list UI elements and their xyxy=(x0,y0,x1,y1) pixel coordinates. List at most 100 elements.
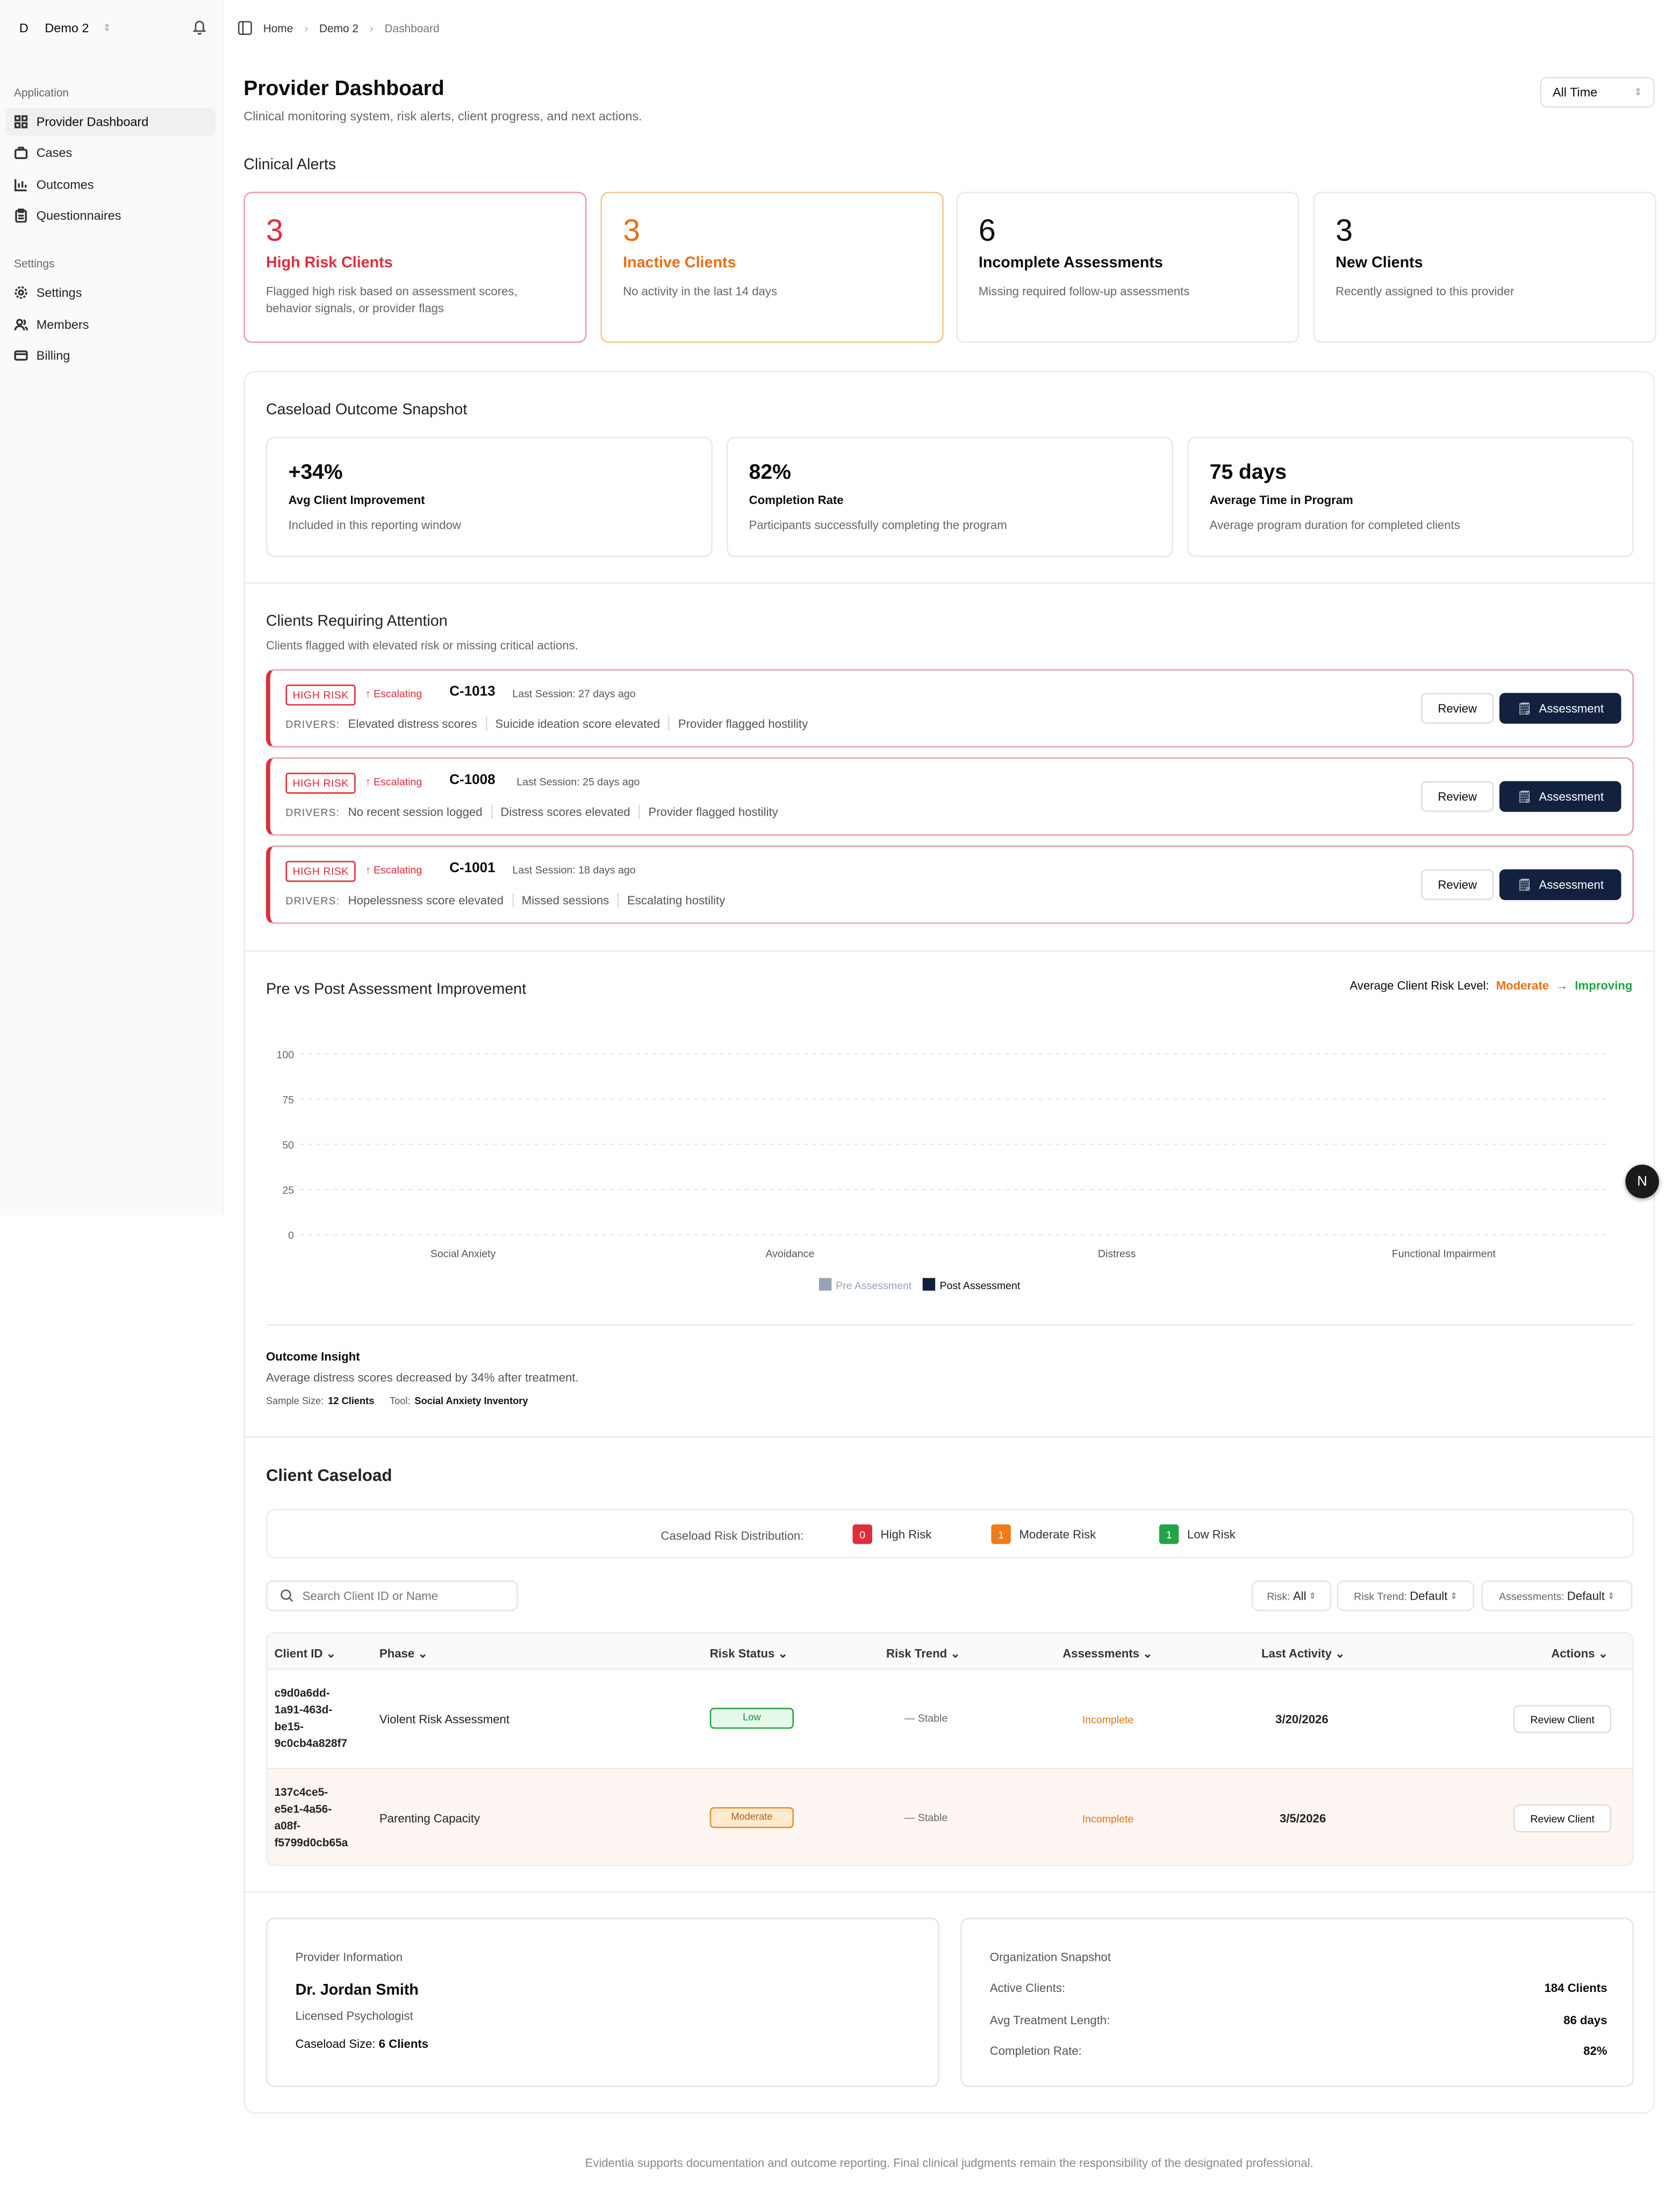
column-header-last-activity[interactable]: Last Activity ⌄ xyxy=(1261,1646,1345,1661)
bar-chart-icon xyxy=(14,179,27,191)
sidebar-item-label: Cases xyxy=(36,145,73,160)
search-input[interactable] xyxy=(302,1588,513,1603)
sidebar-item-label: Outcomes xyxy=(36,177,94,192)
drivers-label: DRIVERS: xyxy=(285,894,340,907)
assistant-button[interactable]: N xyxy=(1625,1164,1659,1198)
table-row[interactable]: 137c4ce5- e5e1-4a56- a08f- f5799d0cb65a … xyxy=(267,1768,1633,1865)
alert-card-incomplete[interactable]: 6 Incomplete Assessments Missing require… xyxy=(956,191,1300,343)
chart-legend: Pre Assessment Post Assessment xyxy=(819,1278,1020,1292)
y-tick-label: 25 xyxy=(282,1184,294,1196)
filter-risk[interactable]: Risk: All ⇕ xyxy=(1251,1580,1332,1612)
assessment-button[interactable]: 🗒 Assessment xyxy=(1499,869,1621,901)
search-icon xyxy=(281,1589,293,1602)
column-header-client-id[interactable]: Client ID ⌄ xyxy=(275,1646,336,1661)
assessment-button[interactable]: 🗒 Assessment xyxy=(1499,693,1621,724)
chevron-right-icon: › xyxy=(304,21,308,34)
x-tick-label: Functional Impairment xyxy=(1392,1248,1496,1260)
review-client-button[interactable]: Review Client xyxy=(1513,1704,1612,1733)
sidebar-toggle-icon[interactable] xyxy=(238,21,252,35)
cell-client-id: c9d0a6dd- 1a91-463d- be15- 9c0cb4a828f7 xyxy=(275,1685,372,1752)
alert-description: Missing required follow-up assessments xyxy=(978,284,1190,298)
sample-size-value: 12 Clients xyxy=(328,1397,375,1407)
bell-icon[interactable] xyxy=(192,18,207,35)
table-row[interactable]: c9d0a6dd- 1a91-463d- be15- 9c0cb4a828f7 … xyxy=(268,1670,1633,1768)
column-label: Last Activity xyxy=(1261,1646,1332,1660)
filter-assessments[interactable]: Assessments: Default ⇕ xyxy=(1481,1580,1633,1612)
attention-subheading: Clients flagged with elevated risk or mi… xyxy=(265,638,578,652)
filter-label: Risk: xyxy=(1267,1589,1290,1602)
arrow-right-icon: → xyxy=(1556,978,1568,992)
clipboard-check-icon: 🗒 xyxy=(1517,700,1532,715)
chevrons-up-down-icon: ⇕ xyxy=(1607,1592,1615,1601)
column-header-risk-status[interactable]: Risk Status ⌄ xyxy=(710,1646,788,1661)
sidebar-item-members[interactable]: Members xyxy=(5,311,216,339)
distribution-high: 0 High Risk xyxy=(852,1524,931,1544)
dash-icon: — xyxy=(904,1711,918,1725)
cell-phase: Parenting Capacity xyxy=(379,1811,480,1825)
column-header-risk-trend[interactable]: Risk Trend ⌄ xyxy=(886,1646,960,1661)
insight-title: Outcome Insight xyxy=(265,1349,360,1364)
time-filter-select[interactable]: All Time ⇕ xyxy=(1540,77,1655,108)
alert-card-new-clients[interactable]: 3 New Clients Recently assigned to this … xyxy=(1313,191,1656,343)
sidebar-item-cases[interactable]: Cases xyxy=(5,139,216,167)
org-row-label: Active Clients: xyxy=(989,1981,1066,1995)
sidebar-item-questionnaires[interactable]: Questionnaires xyxy=(5,202,216,229)
filter-risk-trend[interactable]: Risk Trend: Default ⇕ xyxy=(1337,1580,1475,1612)
legend-item-pre: Pre Assessment xyxy=(819,1278,911,1292)
breadcrumb-org[interactable]: Demo 2 xyxy=(319,21,358,34)
review-client-button[interactable]: Review Client xyxy=(1513,1804,1612,1832)
caseload-label: Caseload Size: xyxy=(295,2037,376,2051)
chevron-down-icon: ⌄ xyxy=(326,1646,336,1660)
alert-card-inactive[interactable]: 3 Inactive Clients No activity in the la… xyxy=(600,191,944,343)
org-switcher[interactable]: D Demo 2 ⇕ xyxy=(14,17,111,39)
legend-swatch xyxy=(923,1278,936,1291)
nav-group-application: Application xyxy=(14,87,69,99)
distribution-label: Caseload Risk Distribution: xyxy=(660,1528,804,1543)
review-button[interactable]: Review xyxy=(1421,781,1494,812)
sidebar-item-billing[interactable]: Billing xyxy=(5,342,216,370)
drivers-label: DRIVERS: xyxy=(285,717,340,730)
last-session: Last Session: 25 days ago xyxy=(516,775,640,788)
organization-heading: Organization Snapshot xyxy=(989,1950,1111,1964)
breadcrumb-home[interactable]: Home xyxy=(263,21,293,34)
sidebar-item-provider-dashboard[interactable]: Provider Dashboard xyxy=(5,107,216,136)
cell-assessments: Incomplete xyxy=(1082,1713,1134,1726)
provider-role: Licensed Psychologist xyxy=(295,2009,413,2023)
sidebar-item-label: Provider Dashboard xyxy=(36,114,149,129)
cell-last-activity: 3/5/2026 xyxy=(1279,1811,1326,1825)
trend-label: Escalating xyxy=(374,687,422,700)
assessment-button-label: Assessment xyxy=(1539,701,1604,716)
sidebar-item-settings[interactable]: Settings xyxy=(5,278,216,306)
driver-item: Provider flagged hostility xyxy=(638,804,786,819)
distribution-item-label: Low Risk xyxy=(1187,1527,1236,1542)
clipboard-check-icon: 🗒 xyxy=(1517,788,1532,803)
legend-swatch xyxy=(819,1278,832,1291)
stat-card-time-in-program: 75 days Average Time in Program Average … xyxy=(1187,436,1634,557)
sidebar-item-outcomes[interactable]: Outcomes xyxy=(5,171,216,199)
filter-label: Assessments: xyxy=(1499,1589,1564,1602)
column-header-phase[interactable]: Phase ⌄ xyxy=(379,1646,428,1661)
review-button[interactable]: Review xyxy=(1421,869,1494,901)
column-header-actions[interactable]: Actions ⌄ xyxy=(1551,1646,1608,1661)
assessment-button[interactable]: 🗒 Assessment xyxy=(1499,781,1621,812)
filter-value: Default xyxy=(1410,1588,1448,1603)
client-search[interactable] xyxy=(265,1580,518,1612)
attention-row-c1001: HIGH RISK ↑ Escalating C-1001 Last Sessi… xyxy=(265,845,1634,924)
chevrons-up-down-icon: ⇕ xyxy=(1634,88,1642,98)
review-button[interactable]: Review xyxy=(1421,693,1494,724)
chevrons-up-down-icon: ⇕ xyxy=(103,24,111,34)
clinical-alerts-heading: Clinical Alerts xyxy=(243,156,336,174)
id-line: 1a91-463d- xyxy=(274,1703,333,1716)
column-header-assessments[interactable]: Assessments ⌄ xyxy=(1062,1646,1153,1661)
stat-description: Average program duration for completed c… xyxy=(1209,517,1460,532)
breadcrumb: Home › Demo 2 › Dashboard xyxy=(238,17,440,39)
alert-card-high-risk[interactable]: 3 High Risk Clients Flagged high risk ba… xyxy=(243,191,587,343)
provider-name: Dr. Jordan Smith xyxy=(295,1982,419,1999)
id-line: f5799d0cb65a xyxy=(274,1836,348,1850)
snapshot-heading: Caseload Outcome Snapshot xyxy=(265,401,468,419)
sample-size-label: Sample Size: xyxy=(265,1397,324,1407)
distribution-moderate: 1 Moderate Risk xyxy=(991,1524,1096,1544)
page-subtitle: Clinical monitoring system, risk alerts,… xyxy=(243,109,642,124)
alert-description: Recently assigned to this provider xyxy=(1336,284,1514,298)
id-line: a08f- xyxy=(274,1819,301,1832)
